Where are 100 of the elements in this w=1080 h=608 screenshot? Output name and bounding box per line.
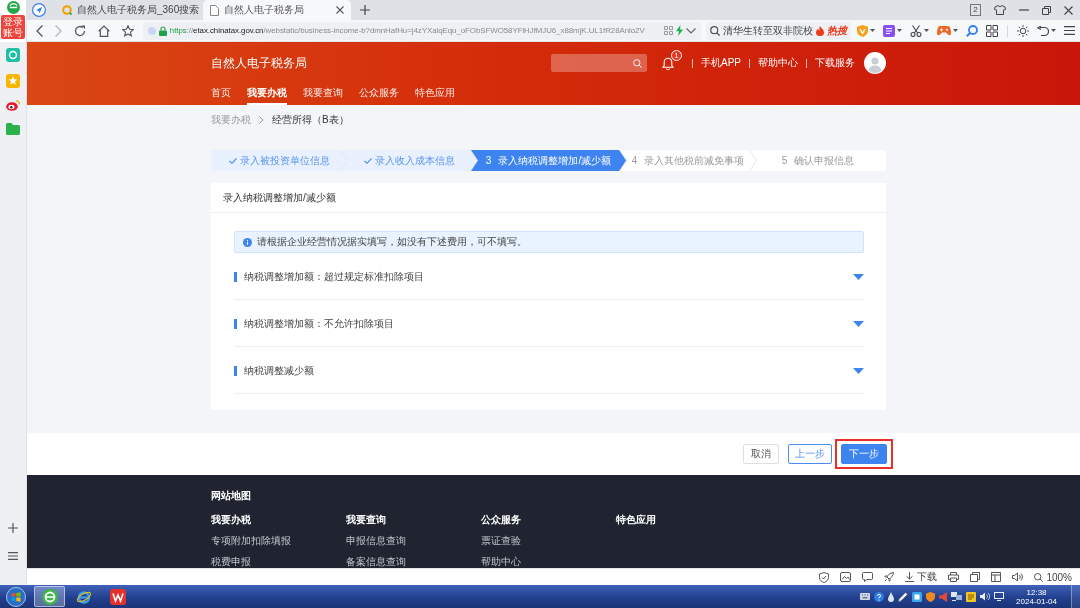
- notification-badge: 1: [671, 49, 682, 61]
- caret-icon[interactable]: [953, 29, 958, 32]
- navigation-arrow-icon[interactable]: [32, 3, 46, 17]
- footer-link[interactable]: 备案信息查询: [346, 556, 406, 568]
- hot-search-label[interactable]: 热搜: [827, 23, 847, 38]
- notice-text: 请根据企业经营情况据实填写，如没有下述费用，可不填写。: [257, 235, 527, 249]
- back-button[interactable]: 上一步: [788, 444, 832, 464]
- shield-icon[interactable]: [926, 591, 936, 602]
- monitor-icon[interactable]: [994, 592, 1005, 601]
- home-icon[interactable]: [98, 24, 110, 37]
- downloads-button[interactable]: 下载: [905, 570, 938, 584]
- browser-tab[interactable]: 自然人电子税务局_360搜索: [55, 0, 203, 20]
- ring-tile-icon[interactable]: [6, 48, 20, 62]
- caret-icon[interactable]: [897, 29, 902, 32]
- nav-tab[interactable]: 公众服务: [359, 84, 399, 105]
- undo-icon[interactable]: [1037, 25, 1049, 36]
- flame-icon: [816, 25, 824, 36]
- caret-icon[interactable]: [870, 29, 875, 32]
- grid-icon[interactable]: [986, 24, 998, 37]
- cancel-button[interactable]: 取消: [743, 444, 779, 464]
- section-title[interactable]: 纳税调整增加额：不允许扣除项目: [244, 317, 846, 331]
- card-title: 录入纳税调整增加/减少额: [211, 183, 886, 213]
- page-icon: [210, 4, 219, 16]
- reload-icon[interactable]: [74, 24, 86, 37]
- search-icon[interactable]: [633, 58, 642, 68]
- printer-icon[interactable]: [948, 572, 960, 582]
- nav-tab[interactable]: 特色应用: [415, 84, 455, 105]
- nav-tab[interactable]: 我要办税: [247, 84, 287, 105]
- list-icon[interactable]: [8, 551, 18, 561]
- rocket-icon[interactable]: [884, 572, 895, 582]
- footer-link[interactable]: 申报信息查询: [346, 535, 406, 547]
- caret-down-icon[interactable]: [853, 274, 864, 280]
- site-search-field[interactable]: [551, 54, 647, 72]
- back-icon[interactable]: [36, 24, 43, 37]
- star-icon[interactable]: [122, 24, 134, 37]
- caret-down-icon[interactable]: [853, 321, 864, 327]
- header-link[interactable]: 手机APP: [701, 56, 741, 70]
- note-icon[interactable]: [966, 591, 977, 602]
- tab-count-button[interactable]: 2: [970, 4, 981, 16]
- chat-icon[interactable]: [862, 572, 874, 582]
- keyboard-icon[interactable]: [860, 593, 871, 600]
- login-button[interactable]: 登录账号: [1, 15, 25, 39]
- footer-link[interactable]: 专项附加扣除填报: [211, 535, 291, 547]
- start-button[interactable]: [6, 586, 26, 607]
- step-number: 5: [781, 155, 788, 166]
- pen-icon[interactable]: [898, 591, 909, 602]
- shield-icon[interactable]: [819, 571, 830, 583]
- network-icon[interactable]: [951, 592, 963, 601]
- browser-logo-icon[interactable]: [6, 1, 20, 14]
- restore-icon[interactable]: [1042, 5, 1051, 15]
- window-icon[interactable]: [991, 572, 1002, 582]
- picture-icon[interactable]: [840, 572, 852, 582]
- sun-icon[interactable]: [1017, 24, 1029, 37]
- clock[interactable]: 12:38 2024-01-04: [1016, 587, 1057, 606]
- scissors-icon[interactable]: [910, 24, 922, 37]
- footer-heading: 特色应用: [616, 514, 656, 526]
- app-square-icon[interactable]: [912, 591, 923, 602]
- new-tab-icon[interactable]: [360, 5, 370, 15]
- step-label: 录入被投资单位信息: [239, 153, 330, 168]
- bell-icon[interactable]: [662, 56, 674, 70]
- next-button[interactable]: 下一步: [841, 444, 887, 464]
- gamepad-icon[interactable]: [937, 25, 951, 36]
- footer-link[interactable]: 税费申报: [211, 556, 251, 568]
- browser-tab[interactable]: 自然人电子税务局: [203, 0, 351, 20]
- speaker-icon[interactable]: [1012, 572, 1024, 582]
- avatar-icon[interactable]: [864, 52, 886, 74]
- volume-icon[interactable]: [980, 592, 991, 601]
- step-number: 3: [485, 155, 492, 166]
- caret-down-icon[interactable]: [853, 368, 864, 374]
- footer-heading: 公众服务: [481, 514, 521, 526]
- section-title[interactable]: 纳税调整增加额：超过规定标准扣除项目: [244, 270, 846, 284]
- close-icon[interactable]: [336, 6, 344, 14]
- nav-tab[interactable]: 首页: [211, 84, 231, 105]
- section-title[interactable]: 纳税调整减少额: [244, 364, 846, 378]
- magnifier-icon[interactable]: [966, 24, 978, 37]
- check-icon: [228, 157, 237, 164]
- eye-logo-icon[interactable]: [6, 100, 20, 111]
- folder-tile-icon[interactable]: [6, 123, 20, 135]
- caret-icon[interactable]: [924, 29, 929, 32]
- taskbar-app-button[interactable]: [34, 586, 65, 607]
- close-icon[interactable]: [1064, 5, 1073, 15]
- footer-link[interactable]: 票证查验: [481, 535, 521, 547]
- search-icon: [710, 25, 720, 36]
- help-icon[interactable]: [874, 591, 885, 602]
- add-icon[interactable]: [8, 523, 18, 533]
- copy-icon[interactable]: [970, 572, 981, 582]
- drop-icon[interactable]: [888, 591, 895, 602]
- shirt-icon[interactable]: [994, 5, 1006, 15]
- footer-link[interactable]: 帮助中心: [481, 556, 521, 568]
- zoom-button[interactable]: 100%: [1034, 571, 1072, 583]
- search-field[interactable]: 清华生转至双非院校 热搜: [706, 21, 851, 40]
- show-desktop-button[interactable]: [1071, 585, 1080, 608]
- caret-icon[interactable]: [1051, 29, 1056, 32]
- nav-tab[interactable]: 我要查询: [303, 84, 343, 105]
- star-tile-icon[interactable]: [6, 74, 20, 88]
- menu-icon[interactable]: [1064, 26, 1075, 35]
- chevron-down-icon[interactable]: [686, 27, 696, 34]
- header-link[interactable]: 下载服务: [815, 56, 855, 70]
- header-link[interactable]: 帮助中心: [758, 56, 798, 70]
- list-tile-icon[interactable]: [883, 24, 895, 37]
